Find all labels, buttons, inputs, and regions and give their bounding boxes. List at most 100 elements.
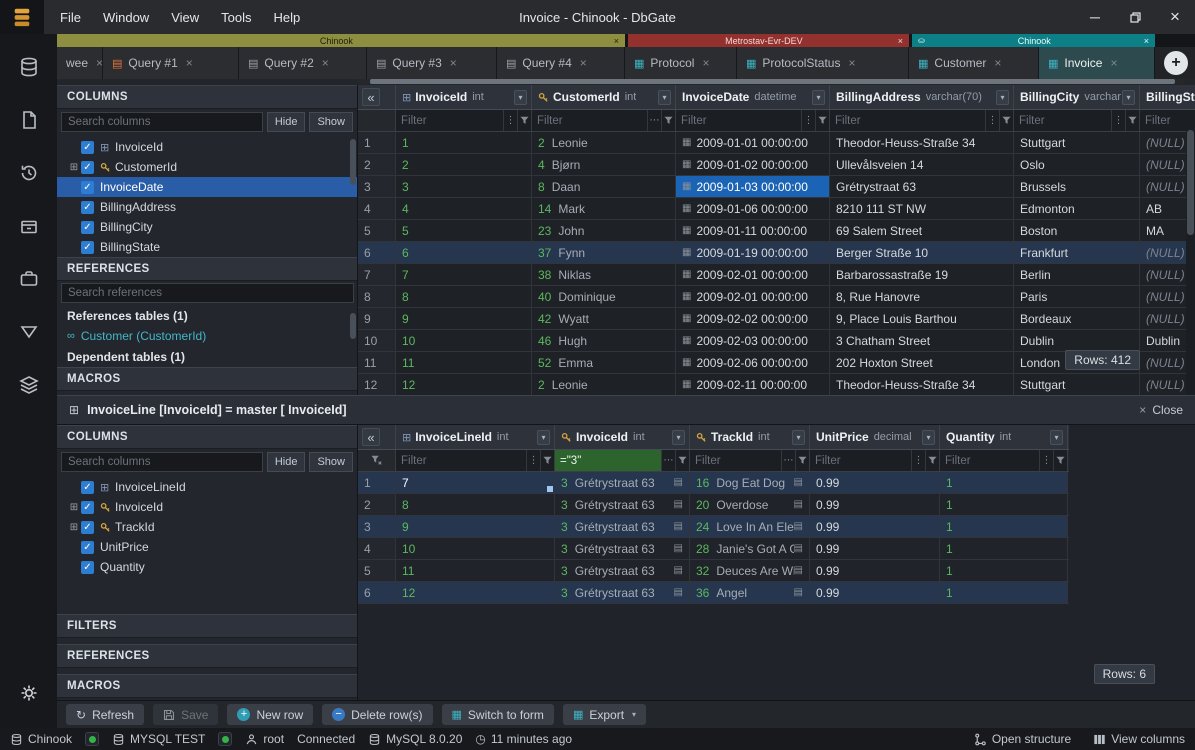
cell-invoicedate[interactable]: ▦2009-02-03 00:00:00 [676, 330, 830, 351]
filter-input[interactable] [810, 450, 911, 471]
cell-invoicelineid-selected[interactable]: 7 [396, 472, 555, 493]
filter-invoicelineid[interactable]: ⋮ [396, 450, 555, 471]
funnel-icon[interactable] [517, 110, 531, 131]
scrollbar-thumb[interactable] [1187, 130, 1194, 235]
cell-invoiceid[interactable]: 7 [396, 264, 532, 285]
cell-invoicedate[interactable]: ▦2009-01-06 00:00:00 [676, 198, 830, 219]
row-number[interactable]: 10 [358, 330, 396, 351]
filter-input[interactable] [676, 110, 801, 131]
tree-item-invoiceid[interactable]: ✓⊞InvoiceId [57, 137, 357, 157]
delete-rows-button[interactable]: −Delete row(s) [322, 704, 432, 725]
tab-query-3[interactable]: ▤Query #3× [367, 47, 497, 79]
cell-billingaddress[interactable]: 3 Chatham Street [830, 330, 1014, 351]
table-row[interactable]: 8 8 40Dominique ▦2009-02-01 00:00:00 8, … [358, 286, 1195, 308]
cell-billingaddress[interactable]: Theodor-Heuss-Straße 34 [830, 374, 1014, 395]
show-button[interactable]: Show [309, 452, 353, 472]
cell-customerid[interactable]: 14Mark [532, 198, 676, 219]
filter-input[interactable] [1014, 110, 1111, 131]
row-number[interactable]: 8 [358, 286, 396, 307]
cell-unitprice[interactable]: 0.99 [810, 560, 940, 581]
cell-billingaddress[interactable]: Berger Straße 10 [830, 242, 1014, 263]
cell-invoicedate[interactable]: ▦2009-02-11 00:00:00 [676, 374, 830, 395]
menu-help[interactable]: Help [274, 10, 301, 25]
column-header-invoicelineid[interactable]: ⊞InvoiceLineIdint▾ [396, 425, 555, 449]
menu-window[interactable]: Window [103, 10, 149, 25]
cell-billingcity[interactable]: Stuttgart [1014, 374, 1140, 395]
cell-invoiceid[interactable]: 11 [396, 352, 532, 373]
tree-item-invoiceid[interactable]: ⊞✓InvoiceId [57, 497, 357, 517]
ellipsis-icon[interactable]: ⋯ [661, 450, 675, 471]
panel-scrollbar[interactable] [350, 139, 356, 255]
chevron-down-icon[interactable]: ▾ [1122, 90, 1135, 105]
chevron-down-icon[interactable]: ▾ [537, 430, 550, 445]
cell-invoicedate[interactable]: ▦2009-02-01 00:00:00 [676, 286, 830, 307]
column-header-quantity[interactable]: Quantityint▾ [940, 425, 1068, 449]
cell-invoiceid[interactable]: 10 [396, 330, 532, 351]
filter-input[interactable] [532, 110, 647, 131]
checkbox-checked[interactable]: ✓ [81, 141, 94, 154]
cell-invoiceid[interactable]: 8 [396, 286, 532, 307]
chevron-down-icon[interactable]: ▾ [658, 90, 671, 105]
funnel-icon[interactable] [1053, 450, 1067, 471]
table-row-selected[interactable]: 1 7 3Grétrystraat 63▤ 16Dog Eat Dog▤ 0.9… [358, 472, 1069, 494]
columns-section-header[interactable]: COLUMNS [57, 85, 357, 109]
cell-invoiceid[interactable]: 12 [396, 374, 532, 395]
cell-invoiceid[interactable]: 3Grétrystraat 63▤ [555, 472, 690, 493]
column-header-invoiceid[interactable]: ⊞InvoiceIdint▾ [396, 85, 532, 109]
chevron-down-icon[interactable]: ▾ [996, 90, 1009, 105]
table-row[interactable]: 3 3 8Daan ▦2009-01-03 00:00:00 Grétrystr… [358, 176, 1195, 198]
tree-item-unitprice[interactable]: ✓UnitPrice [57, 537, 357, 557]
show-button[interactable]: Show [309, 112, 353, 132]
cell-invoicelineid[interactable]: 8 [396, 494, 555, 515]
tree-item-quantity[interactable]: ✓Quantity [57, 557, 357, 577]
row-number[interactable]: 6 [358, 582, 396, 603]
cell-customerid[interactable]: 4Bjørn [532, 154, 676, 175]
cell-billingcity[interactable]: Brussels [1014, 176, 1140, 197]
cell-customerid[interactable]: 46Hugh [532, 330, 676, 351]
document-icon[interactable]: ▤ [794, 587, 803, 598]
database-icon[interactable] [18, 56, 40, 78]
references-section-header[interactable]: REFERENCES [57, 644, 357, 668]
cell-customerid[interactable]: 38Niklas [532, 264, 676, 285]
scrollbar-thumb[interactable] [350, 313, 356, 339]
history-icon[interactable] [18, 162, 40, 184]
document-icon[interactable]: ▤ [674, 499, 683, 510]
open-structure-button[interactable]: Open structure [974, 732, 1071, 746]
tab-group-chinook-1[interactable]: Chinook × [57, 34, 625, 47]
cell-billingaddress[interactable]: Theodor-Heuss-Straße 34 [830, 132, 1014, 153]
chevron-down-icon[interactable]: ▾ [1050, 430, 1063, 445]
columns-section-header[interactable]: COLUMNS [57, 425, 357, 449]
tab-scrollbar[interactable] [358, 79, 1185, 84]
table-row[interactable]: 7 7 38Niklas ▦2009-02-01 00:00:00 Barbar… [358, 264, 1195, 286]
row-number[interactable]: 2 [358, 494, 396, 515]
table-row[interactable]: 12 12 2Leonie ▦2009-02-11 00:00:00 Theod… [358, 374, 1195, 395]
tree-item-billingcity[interactable]: ✓BillingCity [57, 217, 357, 237]
filter-input[interactable] [830, 110, 985, 131]
filter-billingaddress[interactable]: ⋮ [830, 110, 1014, 131]
cell-invoicedate[interactable]: ▦2009-01-19 00:00:00 [676, 242, 830, 263]
row-number[interactable]: 6 [358, 242, 396, 263]
cell-customerid[interactable]: 42Wyatt [532, 308, 676, 329]
table-row[interactable]: 2 8 3Grétrystraat 63▤ 20Overdose▤ 0.99 1 [358, 494, 1069, 516]
funnel-icon[interactable] [999, 110, 1013, 131]
tab-query-2[interactable]: ▤Query #2× [239, 47, 367, 79]
cell-billingcity[interactable]: Bordeaux [1014, 308, 1140, 329]
close-icon[interactable]: × [702, 56, 709, 70]
tab-group-chinook-2[interactable]: ⛀ Chinook × [912, 34, 1155, 47]
cell-customerid[interactable]: 8Daan [532, 176, 676, 197]
cell-billingcity[interactable]: Paris [1014, 286, 1140, 307]
close-icon[interactable]: × [186, 56, 193, 70]
cell-customerid[interactable]: 23John [532, 220, 676, 241]
checkbox-checked[interactable]: ✓ [81, 201, 94, 214]
cell-unitprice[interactable]: 0.99 [810, 516, 940, 537]
funnel-icon[interactable] [925, 450, 939, 471]
row-number[interactable]: 3 [358, 176, 396, 197]
connection-color-chip[interactable] [218, 732, 232, 746]
cell-unitprice[interactable]: 0.99 [810, 538, 940, 559]
row-number[interactable]: 7 [358, 264, 396, 285]
checkbox-checked[interactable]: ✓ [81, 221, 94, 234]
checkbox-checked[interactable]: ✓ [81, 481, 94, 494]
close-icon[interactable]: × [322, 56, 329, 70]
cell-quantity[interactable]: 1 [940, 516, 1068, 537]
cell-billingaddress[interactable]: 69 Salem Street [830, 220, 1014, 241]
